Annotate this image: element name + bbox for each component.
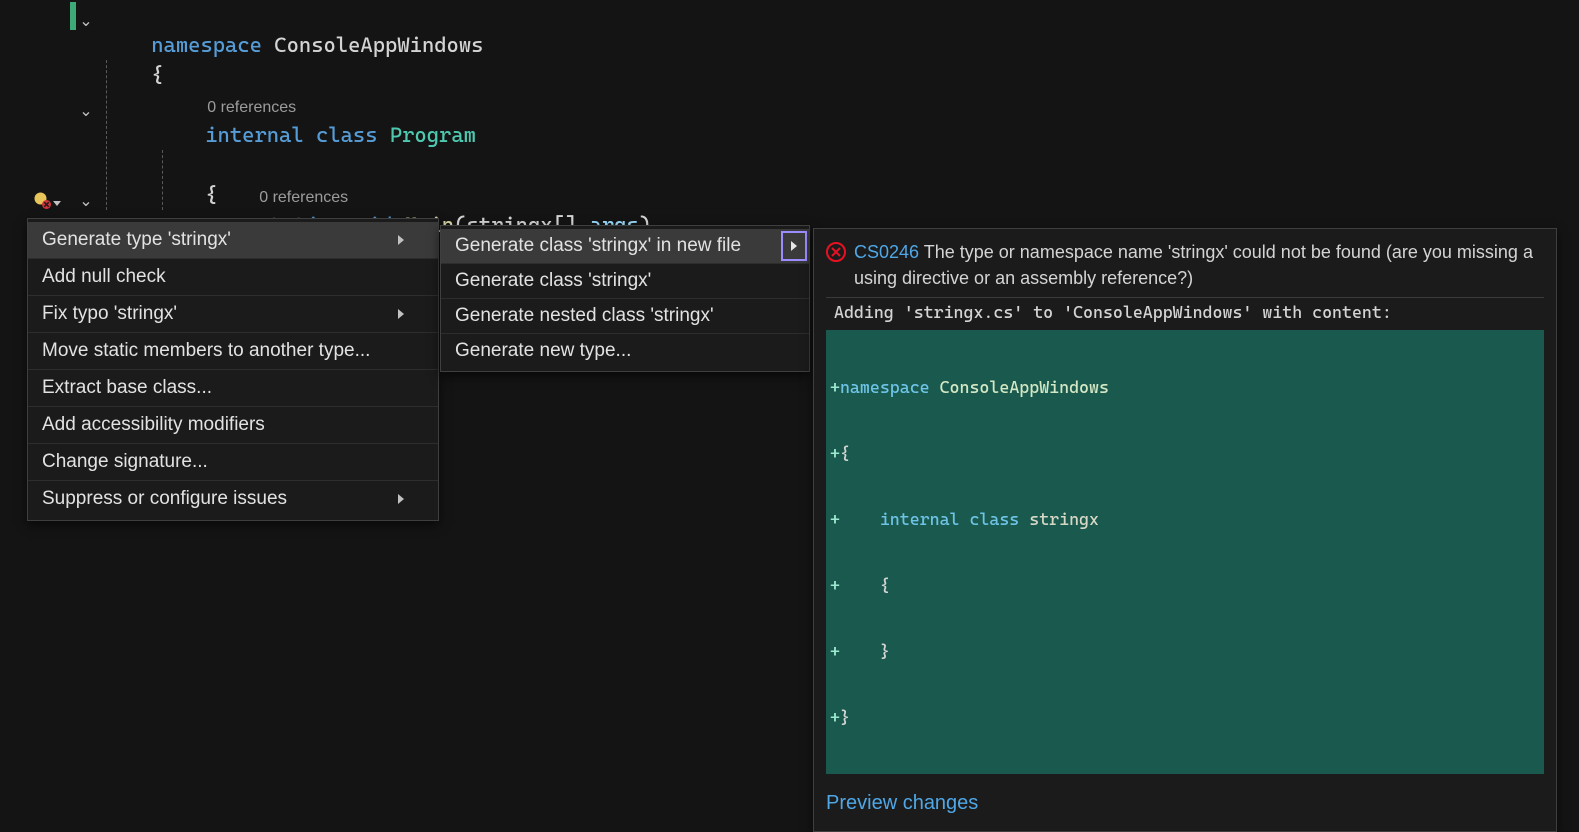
submenu-item-generate-new-type[interactable]: Generate new type... — [441, 333, 809, 368]
error-icon — [826, 242, 846, 262]
error-code: CS0246 — [854, 242, 919, 262]
chevron-right-icon — [398, 309, 404, 319]
submenu-item-generate-class[interactable]: Generate class 'stringx' — [441, 263, 809, 298]
menu-item-label: Add accessibility modifiers — [42, 414, 265, 436]
chevron-right-icon — [398, 494, 404, 504]
code-editor[interactable]: ⌄ namespace ConsoleAppWindows { 0 refere… — [70, 0, 651, 210]
preview-changes-link[interactable]: Preview changes — [826, 792, 978, 815]
lightbulb-error-icon — [33, 191, 51, 209]
menu-item-generate-type[interactable]: Generate type 'stringx' — [28, 222, 438, 258]
menu-item-label: Generate type 'stringx' — [42, 229, 231, 251]
menu-item-label: Move static members to another type... — [42, 340, 370, 362]
menu-item-change-signature[interactable]: Change signature... — [28, 443, 438, 480]
menu-item-label: Generate class 'stringx' — [455, 270, 651, 292]
submenu-item-generate-class-new-file[interactable]: Generate class 'stringx' in new file — [441, 229, 809, 263]
diff-heading: Adding 'stringx.cs' to 'ConsoleAppWindow… — [826, 298, 1544, 326]
submenu-item-generate-nested-class[interactable]: Generate nested class 'stringx' — [441, 298, 809, 333]
menu-item-suppress-configure[interactable]: Suppress or configure issues — [28, 480, 438, 517]
menu-item-extract-base-class[interactable]: Extract base class... — [28, 369, 438, 406]
chevron-right-icon — [398, 235, 404, 245]
submenu-selection-arrow[interactable] — [781, 231, 807, 261]
menu-item-label: Generate nested class 'stringx' — [455, 305, 714, 327]
menu-item-label: Suppress or configure issues — [42, 488, 287, 510]
quick-action-preview-panel: CS0246 The type or namespace name 'strin… — [813, 228, 1557, 832]
quick-actions-menu: Generate type 'stringx' Add null check F… — [27, 218, 439, 521]
menu-item-label: Fix typo 'stringx' — [42, 303, 177, 325]
menu-item-add-null-check[interactable]: Add null check — [28, 258, 438, 295]
menu-item-label: Add null check — [42, 266, 166, 288]
menu-item-add-accessibility-modifiers[interactable]: Add accessibility modifiers — [28, 406, 438, 443]
chevron-right-icon — [791, 241, 797, 251]
diff-preview: +namespace ConsoleAppWindows +{ + intern… — [826, 330, 1544, 774]
quick-actions-button[interactable] — [33, 187, 65, 213]
menu-item-fix-typo[interactable]: Fix typo 'stringx' — [28, 295, 438, 332]
chevron-down-icon — [53, 201, 61, 206]
error-message: The type or namespace name 'stringx' cou… — [854, 242, 1533, 288]
menu-item-label: Change signature... — [42, 451, 208, 473]
generate-type-submenu: Generate class 'stringx' in new file Gen… — [440, 225, 810, 372]
menu-item-move-static-members[interactable]: Move static members to another type... — [28, 332, 438, 369]
menu-item-label: Extract base class... — [42, 377, 212, 399]
menu-item-label: Generate class 'stringx' in new file — [455, 235, 741, 257]
menu-item-label: Generate new type... — [455, 340, 631, 362]
